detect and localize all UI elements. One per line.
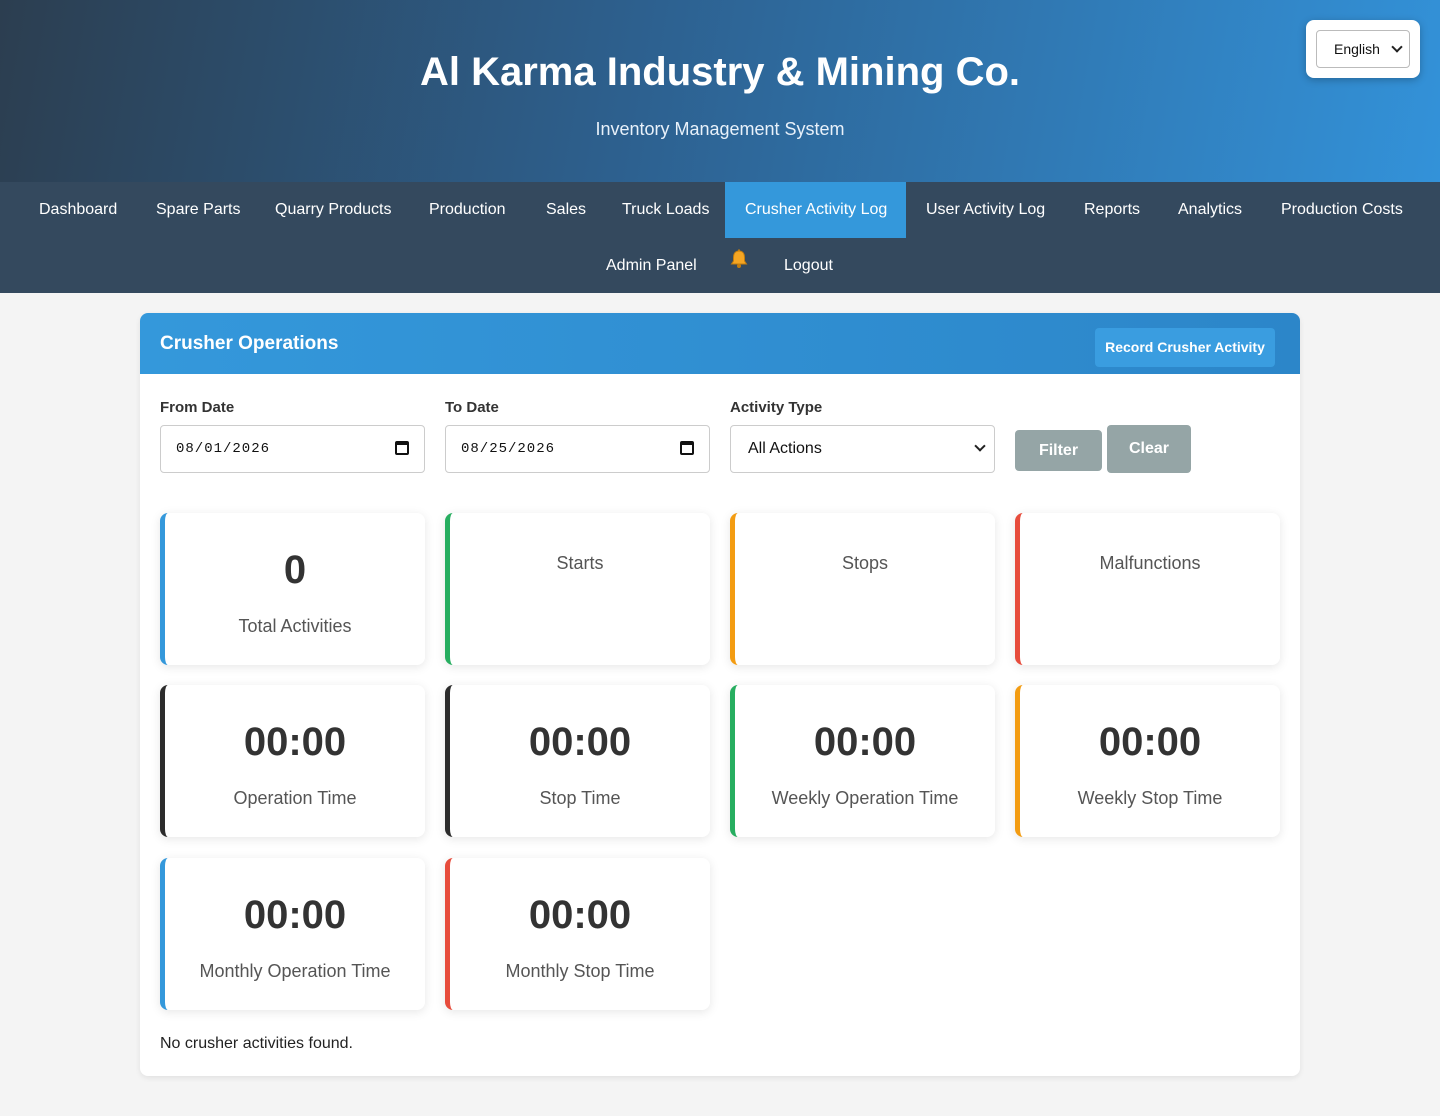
panel-header: Crusher Operations Record Crusher Activi… bbox=[140, 313, 1300, 374]
record-crusher-activity-button[interactable]: Record Crusher Activity bbox=[1095, 328, 1275, 367]
stat-value: 00:00 bbox=[813, 720, 917, 764]
stat-label: Weekly Operation Time bbox=[771, 788, 959, 808]
stat-value: 00:00 bbox=[528, 893, 632, 937]
stat-operation-time: 00:00 Operation Time bbox=[160, 685, 425, 837]
from-date-input[interactable]: 08/01/2026 bbox=[160, 425, 425, 473]
language-value: English bbox=[1334, 41, 1380, 57]
stat-value: 00:00 bbox=[243, 893, 347, 937]
stat-weekly-operation-time: 00:00 Weekly Operation Time bbox=[730, 685, 995, 837]
nav-item-reports[interactable]: Reports bbox=[1064, 182, 1160, 238]
nav-item-spare-parts[interactable]: Spare Parts bbox=[136, 182, 260, 238]
language-select[interactable]: English bbox=[1316, 30, 1410, 68]
activity-type-select[interactable]: All Actions bbox=[730, 425, 995, 473]
crusher-operations-panel: Crusher Operations Record Crusher Activi… bbox=[140, 313, 1300, 1076]
company-title: Al Karma Industry & Mining Co. bbox=[419, 50, 1021, 94]
stat-weekly-stop-time: 00:00 Weekly Stop Time bbox=[1015, 685, 1280, 837]
filter-button[interactable]: Filter bbox=[1015, 430, 1102, 471]
nav-item-analytics[interactable]: Analytics bbox=[1158, 182, 1262, 238]
to-date-value: 08/25/2026 bbox=[461, 441, 556, 457]
stat-stop-time: 00:00 Stop Time bbox=[445, 685, 710, 837]
stat-total-activities: 0 Total Activities bbox=[160, 513, 425, 665]
activity-type-label: Activity Type bbox=[730, 399, 823, 416]
activity-type-value: All Actions bbox=[748, 440, 822, 457]
panel-title: Crusher Operations bbox=[160, 333, 339, 354]
stat-label: Malfunctions bbox=[1099, 553, 1201, 573]
stat-value: 0 bbox=[283, 548, 307, 592]
stat-label: Monthly Stop Time bbox=[505, 961, 655, 981]
stat-monthly-operation-time: 00:00 Monthly Operation Time bbox=[160, 858, 425, 1010]
stat-label: Starts bbox=[556, 553, 604, 573]
clear-button[interactable]: Clear bbox=[1107, 425, 1191, 473]
stat-value: 00:00 bbox=[1098, 720, 1202, 764]
chevron-down-icon bbox=[974, 440, 986, 452]
stat-label: Operation Time bbox=[233, 788, 357, 808]
nav-item-truck-loads[interactable]: Truck Loads bbox=[602, 182, 729, 238]
stat-value: 00:00 bbox=[243, 720, 347, 764]
app-subtitle: Inventory Management System bbox=[595, 119, 845, 139]
stat-label: Stop Time bbox=[539, 788, 621, 808]
calendar-icon[interactable] bbox=[680, 441, 694, 455]
nav-item-production-costs[interactable]: Production Costs bbox=[1261, 182, 1423, 238]
stat-malfunctions: Malfunctions bbox=[1015, 513, 1280, 665]
nav-item-logout[interactable]: Logout bbox=[764, 238, 853, 294]
nav-item-sales[interactable]: Sales bbox=[526, 182, 606, 238]
empty-state-message: No crusher activities found. bbox=[160, 1035, 353, 1052]
nav-item-production[interactable]: Production bbox=[409, 182, 526, 238]
to-date-label: To Date bbox=[445, 399, 499, 416]
nav-item-dashboard[interactable]: Dashboard bbox=[19, 182, 137, 238]
stat-label: Total Activities bbox=[238, 616, 352, 636]
chevron-down-icon bbox=[1391, 41, 1403, 53]
nav-item-user-activity-log[interactable]: User Activity Log bbox=[906, 182, 1065, 238]
stat-label: Stops bbox=[841, 553, 889, 573]
calendar-icon[interactable] bbox=[395, 441, 409, 455]
stat-stops: Stops bbox=[730, 513, 995, 665]
stat-label: Weekly Stop Time bbox=[1077, 788, 1223, 808]
to-date-input[interactable]: 08/25/2026 bbox=[445, 425, 710, 473]
bell-icon[interactable] bbox=[730, 249, 748, 269]
nav-item-crusher-activity-log[interactable]: Crusher Activity Log bbox=[725, 182, 906, 238]
language-switcher: English bbox=[1306, 20, 1420, 78]
nav-item-admin-panel[interactable]: Admin Panel bbox=[586, 238, 717, 294]
from-date-value: 08/01/2026 bbox=[176, 441, 271, 457]
stat-label: Monthly Operation Time bbox=[199, 961, 391, 981]
stat-value: 00:00 bbox=[528, 720, 632, 764]
from-date-label: From Date bbox=[160, 399, 235, 416]
stat-monthly-stop-time: 00:00 Monthly Stop Time bbox=[445, 858, 710, 1010]
nav-item-quarry-products[interactable]: Quarry Products bbox=[255, 182, 411, 238]
app-header: Al Karma Industry & Mining Co. Inventory… bbox=[0, 0, 1440, 182]
stat-starts: Starts bbox=[445, 513, 710, 665]
main-nav: Dashboard Spare Parts Quarry Products Pr… bbox=[0, 182, 1440, 293]
